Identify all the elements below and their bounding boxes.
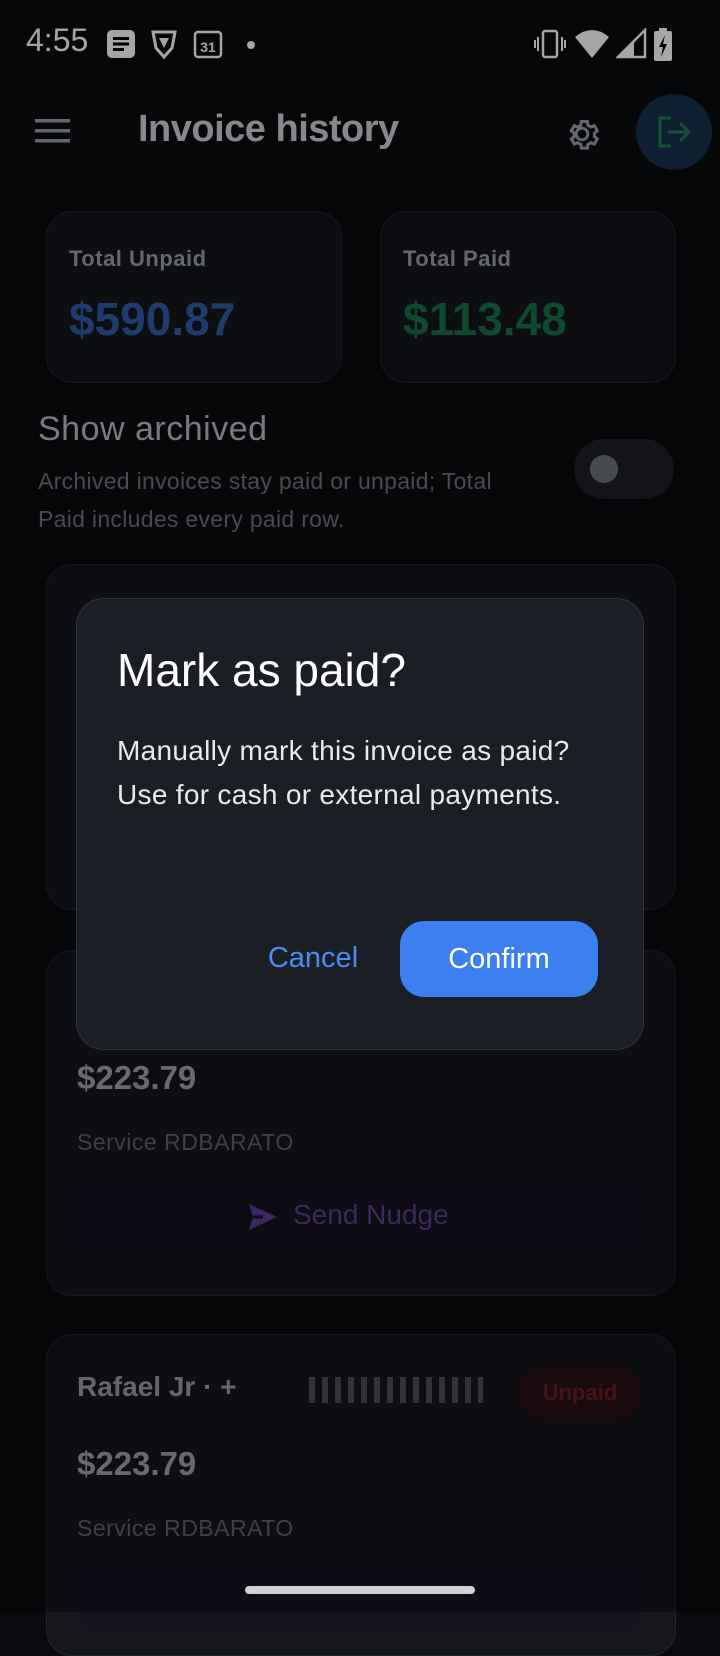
dialog-message: Manually mark this invoice as paid? Use …	[117, 735, 570, 810]
home-indicator[interactable]	[245, 1586, 475, 1594]
mark-paid-dialog: Mark as paid? Manually mark this invoice…	[76, 598, 644, 1050]
confirm-button[interactable]: Confirm	[400, 921, 598, 997]
cancel-button[interactable]: Cancel	[253, 921, 373, 995]
dialog-title: Mark as paid?	[117, 644, 406, 696]
